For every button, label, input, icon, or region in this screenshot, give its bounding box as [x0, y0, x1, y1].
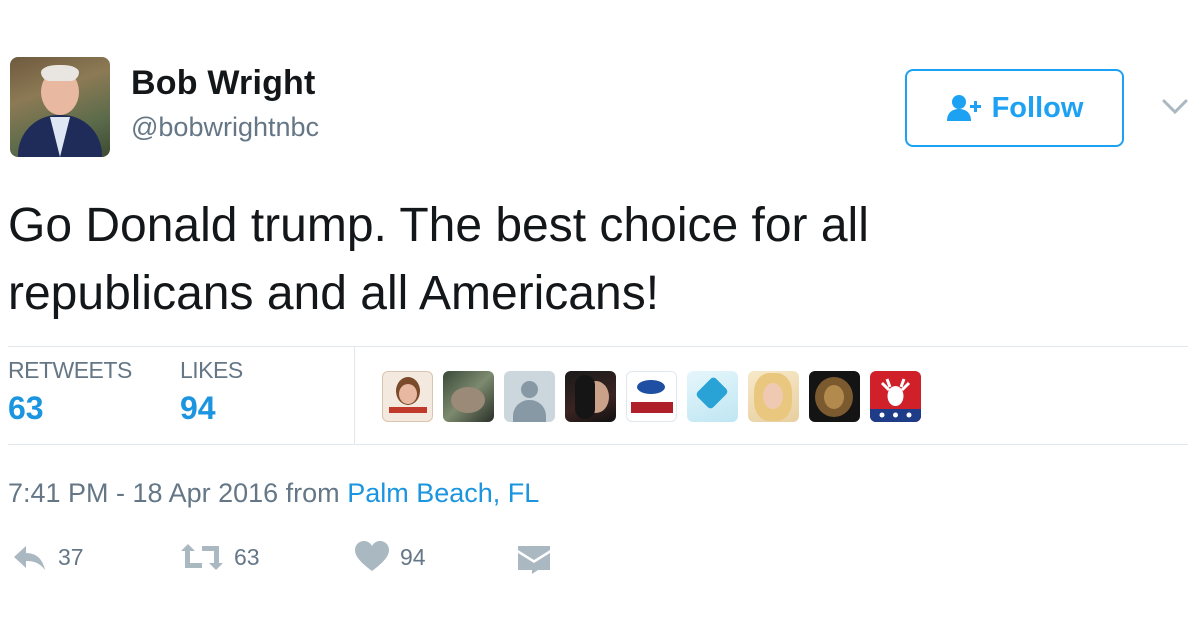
liker-avatar[interactable] — [870, 371, 921, 422]
retweet-button[interactable]: 63 — [180, 540, 260, 574]
divider — [8, 444, 1188, 445]
like-count: 94 — [400, 543, 426, 570]
tweet-text-line-1: Go Donald trump. The best choice for all — [8, 199, 869, 252]
tweet-stats: RETWEETS 63 LIKES 94 — [8, 347, 1188, 444]
likes-stat[interactable]: LIKES 94 — [180, 357, 243, 427]
tweet-text: Go Donald trump. The best choice for all… — [8, 192, 1188, 328]
reply-count: 37 — [58, 543, 84, 570]
user-handle[interactable]: @bobwrightnbc — [131, 112, 319, 143]
heart-icon — [355, 541, 389, 571]
elk-icon — [870, 378, 921, 422]
liker-avatar[interactable] — [626, 371, 677, 422]
liker-avatar[interactable] — [504, 371, 555, 422]
follow-button[interactable]: Follow — [905, 69, 1124, 147]
tweet-header: Bob Wright @bobwrightnbc Follow — [10, 57, 1190, 161]
tweet-time[interactable]: 7:41 PM - 18 Apr 2016 from — [8, 478, 347, 508]
tweet-location-link[interactable]: Palm Beach, FL — [347, 478, 539, 508]
user-name[interactable]: Bob Wright — [131, 64, 316, 103]
likes-label: LIKES — [180, 357, 243, 383]
liker-avatar[interactable] — [748, 371, 799, 422]
tweet-timestamp: 7:41 PM - 18 Apr 2016 from Palm Beach, F… — [8, 478, 539, 509]
retweets-count: 63 — [8, 390, 44, 426]
direct-message-button[interactable] — [516, 540, 552, 574]
follow-button-label: Follow — [991, 91, 1084, 124]
envelope-icon — [518, 546, 550, 574]
likers-avatars — [382, 371, 921, 422]
tweet-actions: 37 63 94 — [12, 540, 612, 580]
liker-avatar[interactable] — [565, 371, 616, 422]
tweet-text-line-2: republicans and all Americans! — [8, 267, 660, 320]
retweets-stat[interactable]: RETWEETS 63 — [8, 357, 132, 427]
liker-avatar[interactable] — [443, 371, 494, 422]
retweet-count: 63 — [234, 543, 260, 570]
like-button[interactable]: 94 — [354, 540, 426, 574]
chevron-down-icon[interactable] — [1160, 91, 1190, 121]
likes-count: 94 — [180, 390, 216, 426]
liker-avatar[interactable] — [687, 371, 738, 422]
add-user-icon — [946, 95, 981, 121]
liker-avatar[interactable] — [382, 371, 433, 422]
user-avatar[interactable] — [10, 57, 110, 157]
liker-avatar[interactable] — [809, 371, 860, 422]
reply-button[interactable]: 37 — [12, 540, 84, 574]
stats-separator — [354, 347, 355, 444]
retweet-icon — [181, 544, 223, 570]
retweets-label: RETWEETS — [8, 357, 132, 383]
reply-icon — [14, 546, 45, 570]
